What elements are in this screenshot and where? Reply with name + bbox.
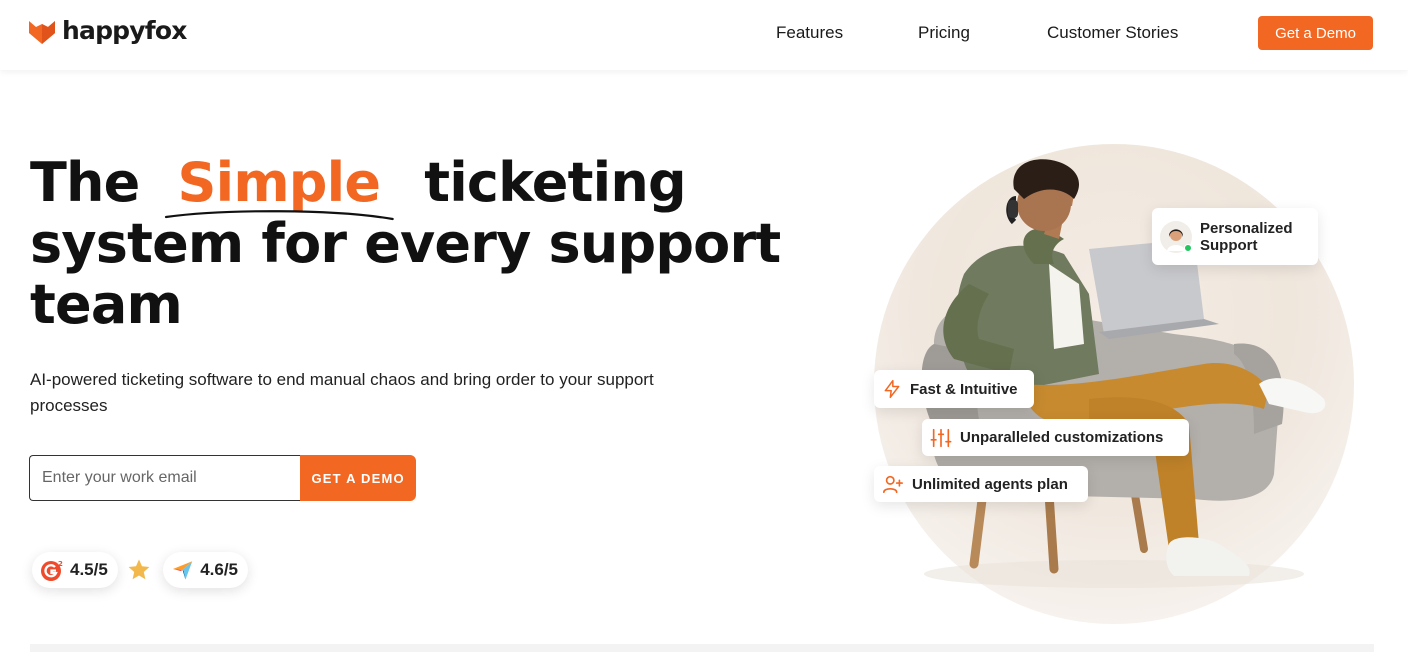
capterra-rating-value: 4.6/5 (200, 560, 238, 579)
get-a-demo-submit-button[interactable]: GET A DEMO (300, 455, 416, 501)
badge-personalized-label: Personalized Support (1200, 219, 1293, 254)
g2-logo-icon: 2 (41, 560, 63, 581)
title-word-the: The (30, 151, 140, 214)
nav-pricing[interactable]: Pricing (918, 23, 970, 43)
get-demo-button[interactable]: Get a Demo (1258, 16, 1373, 50)
add-user-icon (883, 475, 903, 494)
g2-rating-pill: 2 4.5/5 (32, 552, 118, 588)
hero-title-line-3: team (30, 273, 183, 336)
star-icon (128, 559, 150, 580)
title-highlight: Simple (164, 151, 395, 221)
badge-unlimited-agents: Unlimited agents plan (874, 466, 1088, 502)
sliders-icon (930, 428, 952, 447)
hero-title-line-2: system for every support (30, 212, 781, 275)
badge-customizations-label: Unparalleled customizations (960, 429, 1164, 446)
nav-features[interactable]: Features (776, 23, 843, 43)
capterra-logo-icon (172, 561, 193, 580)
online-status-dot (1184, 243, 1192, 252)
g2-rating-value: 4.5/5 (70, 560, 108, 579)
main-nav: Features Pricing Customer Stories (0, 23, 1408, 47)
hand-drawn-underline (164, 210, 394, 221)
demo-email-form: GET A DEMO (29, 455, 416, 501)
badge-fast-label: Fast & Intuitive (910, 380, 1018, 398)
hero-title-line-1: The Simple ticketing (30, 151, 730, 221)
capterra-rating-pill: 4.6/5 (163, 552, 248, 588)
hero-subtitle: AI-powered ticketing software to end man… (30, 370, 654, 415)
badge-customizations: Unparalleled customizations (922, 419, 1189, 456)
section-divider (30, 644, 1374, 652)
work-email-input[interactable] (29, 455, 301, 501)
nav-customer-stories[interactable]: Customer Stories (1047, 23, 1178, 43)
site-header: happyfox Features Pricing Customer Stori… (0, 0, 1408, 70)
badge-personalized-support: Personalized Support (1152, 208, 1318, 265)
badge-agents-label: Unlimited agents plan (912, 475, 1068, 493)
hero-title: The Simple ticketing system for every su… (30, 151, 781, 336)
badge-fast-intuitive: Fast & Intuitive (874, 370, 1034, 408)
svg-text:2: 2 (58, 560, 63, 568)
title-word-simple: Simple (177, 151, 381, 214)
lightning-icon (884, 379, 900, 399)
support-agent-avatar (1160, 220, 1192, 253)
title-word-ticketing: ticketing (424, 151, 686, 214)
